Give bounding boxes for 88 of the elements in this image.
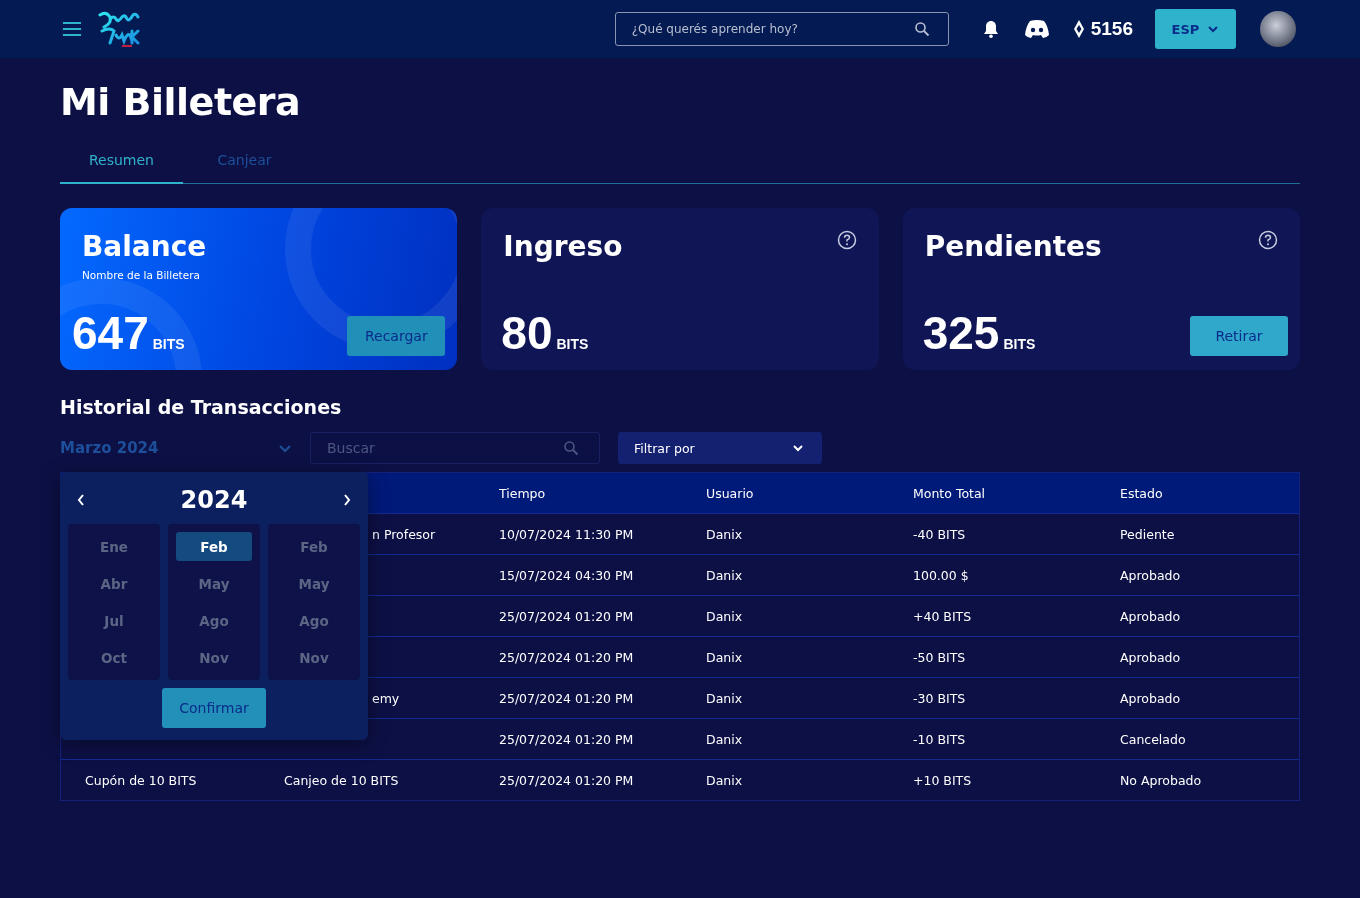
table-cell: -10 BITS	[913, 731, 966, 747]
chevron-left-icon[interactable]	[76, 493, 86, 507]
month-option[interactable]: Ago	[276, 606, 352, 635]
table-cell: Aprobado	[1120, 567, 1181, 583]
month-dropdown[interactable]: Marzo 2024	[60, 439, 292, 457]
table-cell: Danix	[706, 649, 743, 665]
unit: BITS	[152, 336, 185, 352]
table-cell: 25/07/2024 01:20 PM	[499, 772, 634, 788]
month-option[interactable]: Feb	[276, 532, 352, 561]
filter-dropdown[interactable]: Filtrar por	[618, 432, 822, 464]
table-cell: n Profesor	[372, 526, 436, 542]
table-cell: -50 BITS	[913, 649, 966, 665]
month-option[interactable]: May	[176, 569, 252, 598]
card-button[interactable]: Retirar	[1190, 316, 1288, 356]
amount: 647	[72, 310, 149, 356]
table-cell: 10/07/2024 11:30 PM	[499, 526, 634, 542]
search-input[interactable]: ¿Qué querés aprender hoy?	[629, 21, 906, 37]
table-cell: Danix	[706, 608, 743, 624]
card-title: Pendientes	[924, 230, 1102, 263]
table-cell: -40 BITS	[913, 526, 966, 542]
month-option[interactable]: Feb	[176, 532, 252, 561]
help-icon[interactable]	[836, 230, 857, 250]
year-label: 2024	[180, 486, 248, 514]
game-controller-icon[interactable]	[1022, 19, 1051, 39]
points-count: 5156	[1090, 18, 1133, 40]
search-field[interactable]: Buscar	[310, 432, 600, 464]
chevron-down-icon	[278, 443, 292, 453]
logo-icon[interactable]	[96, 9, 142, 49]
table-cell: 25/07/2024 01:20 PM	[499, 649, 634, 665]
month-option[interactable]: Ene	[76, 532, 152, 561]
table-cell: +40 BITS	[913, 608, 972, 624]
table-cell: Aprobado	[1120, 649, 1181, 665]
table-cell: 100.00 $	[913, 567, 969, 583]
search-field[interactable]: ¿Qué querés aprender hoy?	[614, 12, 949, 46]
column-header: Estado	[1119, 485, 1164, 501]
card-title: Ingreso	[503, 230, 623, 263]
table-cell: Danix	[706, 731, 743, 747]
table-cell: emy	[372, 690, 400, 706]
table-cell: Aprobado	[1120, 608, 1181, 624]
chevron-down-icon	[792, 444, 804, 452]
menu-icon[interactable]	[62, 22, 82, 36]
table-cell: Danix	[706, 690, 743, 706]
table-cell: 15/07/2024 04:30 PM	[499, 567, 634, 583]
table-cell: Danix	[706, 526, 743, 542]
card-title: Balance	[82, 230, 207, 263]
month-option[interactable]: Abr	[76, 569, 152, 598]
table-cell: Cancelado	[1120, 731, 1186, 747]
column-header: Usuario	[705, 485, 755, 501]
month-option[interactable]: Nov	[176, 643, 252, 672]
month-option[interactable]: May	[276, 569, 352, 598]
column-header: Tiempo	[498, 485, 547, 501]
chevron-right-icon[interactable]	[342, 493, 352, 507]
card-button[interactable]: Recargar	[347, 316, 446, 356]
unit: BITS	[556, 336, 589, 352]
table-cell: Cupón de 10 BITS	[85, 772, 197, 788]
page-title: Mi Billetera	[60, 80, 302, 124]
table-cell: Aprobado	[1120, 690, 1181, 706]
table-cell: Danix	[706, 772, 743, 788]
column-header: Monto Total	[912, 485, 987, 501]
table-cell: +10 BITS	[913, 772, 972, 788]
gem-icon	[1072, 19, 1085, 39]
section-title: Historial de Transacciones	[60, 396, 343, 418]
month-option[interactable]: Oct	[76, 643, 152, 672]
amount: 325	[922, 310, 1000, 356]
card-subtitle: Nombre de la Billetera	[82, 269, 201, 281]
amount: 80	[501, 310, 553, 356]
table-cell: Canjeo de 10 BITS	[284, 772, 399, 788]
language-button[interactable]: ESP	[1155, 9, 1236, 49]
month-option[interactable]: Jul	[76, 606, 152, 635]
table-cell: 25/07/2024 01:20 PM	[499, 731, 634, 747]
help-icon[interactable]	[1258, 230, 1278, 250]
table-cell: Pediente	[1120, 526, 1175, 542]
tab[interactable]: Canjear	[183, 144, 306, 184]
unit: BITS	[1003, 336, 1036, 352]
search-icon	[913, 21, 930, 37]
table-cell: 25/07/2024 01:20 PM	[499, 690, 634, 706]
avatar[interactable]	[1260, 11, 1296, 47]
table-cell: Danix	[706, 567, 743, 583]
search-input[interactable]: Buscar	[325, 439, 563, 457]
search-icon	[563, 440, 579, 456]
month-option[interactable]: Nov	[276, 643, 352, 672]
tab[interactable]: Resumen	[60, 144, 183, 184]
table-cell: 25/07/2024 01:20 PM	[499, 608, 634, 624]
confirm-button[interactable]: Confirmar	[162, 688, 266, 728]
table-cell: -30 BITS	[913, 690, 966, 706]
chevron-down-icon	[1207, 25, 1220, 33]
month-option[interactable]: Ago	[176, 606, 252, 635]
table-cell: No Aprobado	[1120, 772, 1202, 788]
